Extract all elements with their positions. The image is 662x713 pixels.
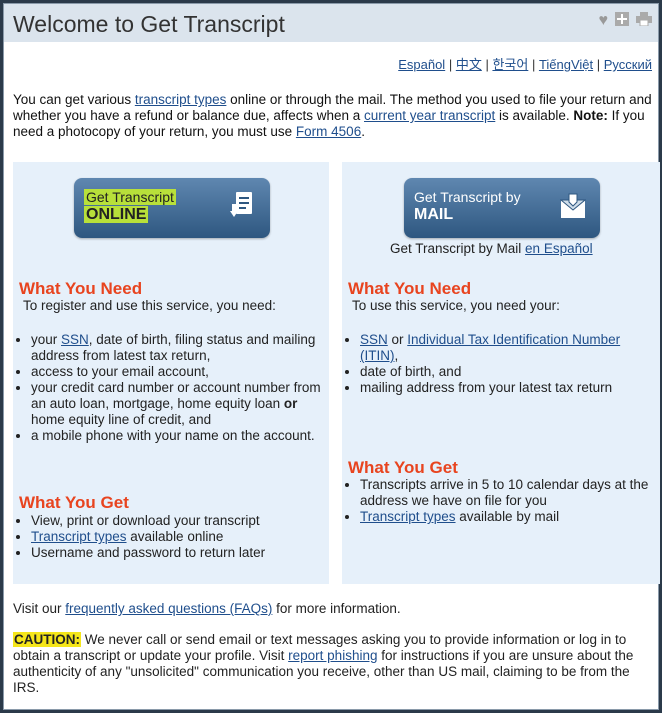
mail-by-text: Get Transcript by Mail	[390, 241, 526, 256]
item-text: home equity line of credit, and	[31, 412, 212, 427]
mail-need-list: SSN or Individual Tax Identification Num…	[342, 332, 660, 396]
item-text: your	[31, 332, 62, 347]
plus-icon[interactable]	[615, 12, 629, 31]
item-text: available by mail	[455, 509, 560, 524]
current-year-transcript-link[interactable]: current year transcript	[364, 108, 495, 123]
item-text: available online	[126, 529, 224, 544]
list-item: mailing address from your latest tax ret…	[360, 380, 660, 396]
intro-paragraph: You can get various transcript types onl…	[13, 92, 655, 140]
list-item: View, print or download your transcript	[31, 513, 331, 529]
lang-russian[interactable]: Русский	[604, 57, 652, 72]
list-item: Transcript types available by mail	[360, 509, 662, 525]
faq-text: Visit our	[13, 601, 66, 616]
list-item: your SSN, date of birth, filing status a…	[31, 332, 321, 364]
online-need-subtitle: To register and use this service, you ne…	[23, 298, 276, 313]
faq-link[interactable]: frequently asked questions (FAQs)	[65, 601, 272, 616]
ssn-link[interactable]: SSN	[61, 332, 89, 347]
note-label: Note:	[573, 108, 608, 123]
mail-panel: Get Transcript by MAIL What You Need To …	[342, 162, 660, 584]
online-get-list: View, print or download your transcript …	[13, 513, 331, 561]
transcript-types-link[interactable]: Transcript types	[360, 509, 456, 524]
caution-notice: CAUTION: We never call or send email or …	[13, 632, 659, 696]
ssn-link[interactable]: SSN	[360, 332, 388, 347]
page-title: Welcome to Get Transcript	[13, 11, 285, 37]
mail-need-subtitle: To use this service, you need your:	[352, 298, 560, 313]
report-phishing-link[interactable]: report phishing	[288, 648, 377, 663]
online-need-title: What You Need	[19, 279, 143, 298]
online-get-title: What You Get	[19, 493, 129, 512]
lang-korean[interactable]: 한국어	[492, 57, 528, 72]
list-item: SSN or Individual Tax Identification Num…	[360, 332, 660, 364]
get-transcript-mail-button[interactable]: Get Transcript by MAIL	[404, 178, 600, 238]
list-item: a mobile phone with your name on the acc…	[31, 428, 321, 444]
print-icon[interactable]	[636, 12, 652, 31]
mail-envelope-icon	[560, 193, 586, 218]
list-item: Username and password to return later	[31, 545, 331, 561]
download-document-icon	[230, 192, 252, 217]
item-text: ,	[394, 348, 399, 363]
caution-label: CAUTION:	[13, 632, 81, 647]
item-text: or	[387, 332, 408, 347]
online-need-list: your SSN, date of birth, filing status a…	[13, 332, 321, 444]
list-item: your credit card number or account numbe…	[31, 380, 321, 428]
list-item: Transcript types available online	[31, 529, 331, 545]
faq-line: Visit our frequently asked questions (FA…	[13, 601, 401, 616]
en-espanol-link[interactable]: en Español	[525, 241, 593, 256]
faq-text: for more information.	[272, 601, 401, 616]
intro-text: is available.	[495, 108, 574, 123]
mail-get-list: Transcripts arrive in 5 to 10 calendar d…	[342, 477, 662, 525]
intro-text: You can get various	[13, 92, 135, 107]
transcript-types-link[interactable]: transcript types	[135, 92, 227, 107]
form-4506-link[interactable]: Form 4506	[296, 124, 361, 139]
list-item: date of birth, and	[360, 364, 660, 380]
heart-icon[interactable]: ♥	[599, 12, 609, 31]
button-label-line2: ONLINE	[84, 206, 149, 223]
get-transcript-online-button[interactable]: Get Transcript ONLINE	[74, 178, 270, 238]
lang-vietnamese[interactable]: TiếngViệt	[539, 57, 593, 72]
list-item: Transcripts arrive in 5 to 10 calendar d…	[360, 477, 662, 509]
lang-chinese[interactable]: 中文	[456, 57, 482, 72]
header-icons: ♥	[599, 12, 652, 31]
item-text: or	[283, 396, 298, 411]
page-header: Welcome to Get Transcript ♥	[4, 4, 658, 42]
online-panel: Get Transcript ONLINE What You Need To r…	[13, 162, 329, 584]
mail-spanish-line: Get Transcript by Mail en Español	[390, 241, 593, 256]
intro-text: .	[361, 124, 365, 139]
language-links: Español | 中文 | 한국어 | TiếngViệt | Русский	[398, 57, 652, 72]
button-label-line2: MAIL	[414, 206, 454, 223]
lang-spanish[interactable]: Español	[398, 57, 445, 72]
mail-need-title: What You Need	[348, 279, 472, 298]
transcript-page: Welcome to Get Transcript ♥ Español | 中文…	[3, 3, 660, 710]
item-text: your credit card number or account numbe…	[31, 380, 321, 411]
button-label-line1: Get Transcript by	[414, 189, 521, 205]
button-label-line1: Get Transcript	[84, 189, 176, 205]
transcript-types-link[interactable]: Transcript types	[31, 529, 127, 544]
mail-get-title: What You Get	[348, 458, 458, 477]
list-item: access to your email account,	[31, 364, 321, 380]
